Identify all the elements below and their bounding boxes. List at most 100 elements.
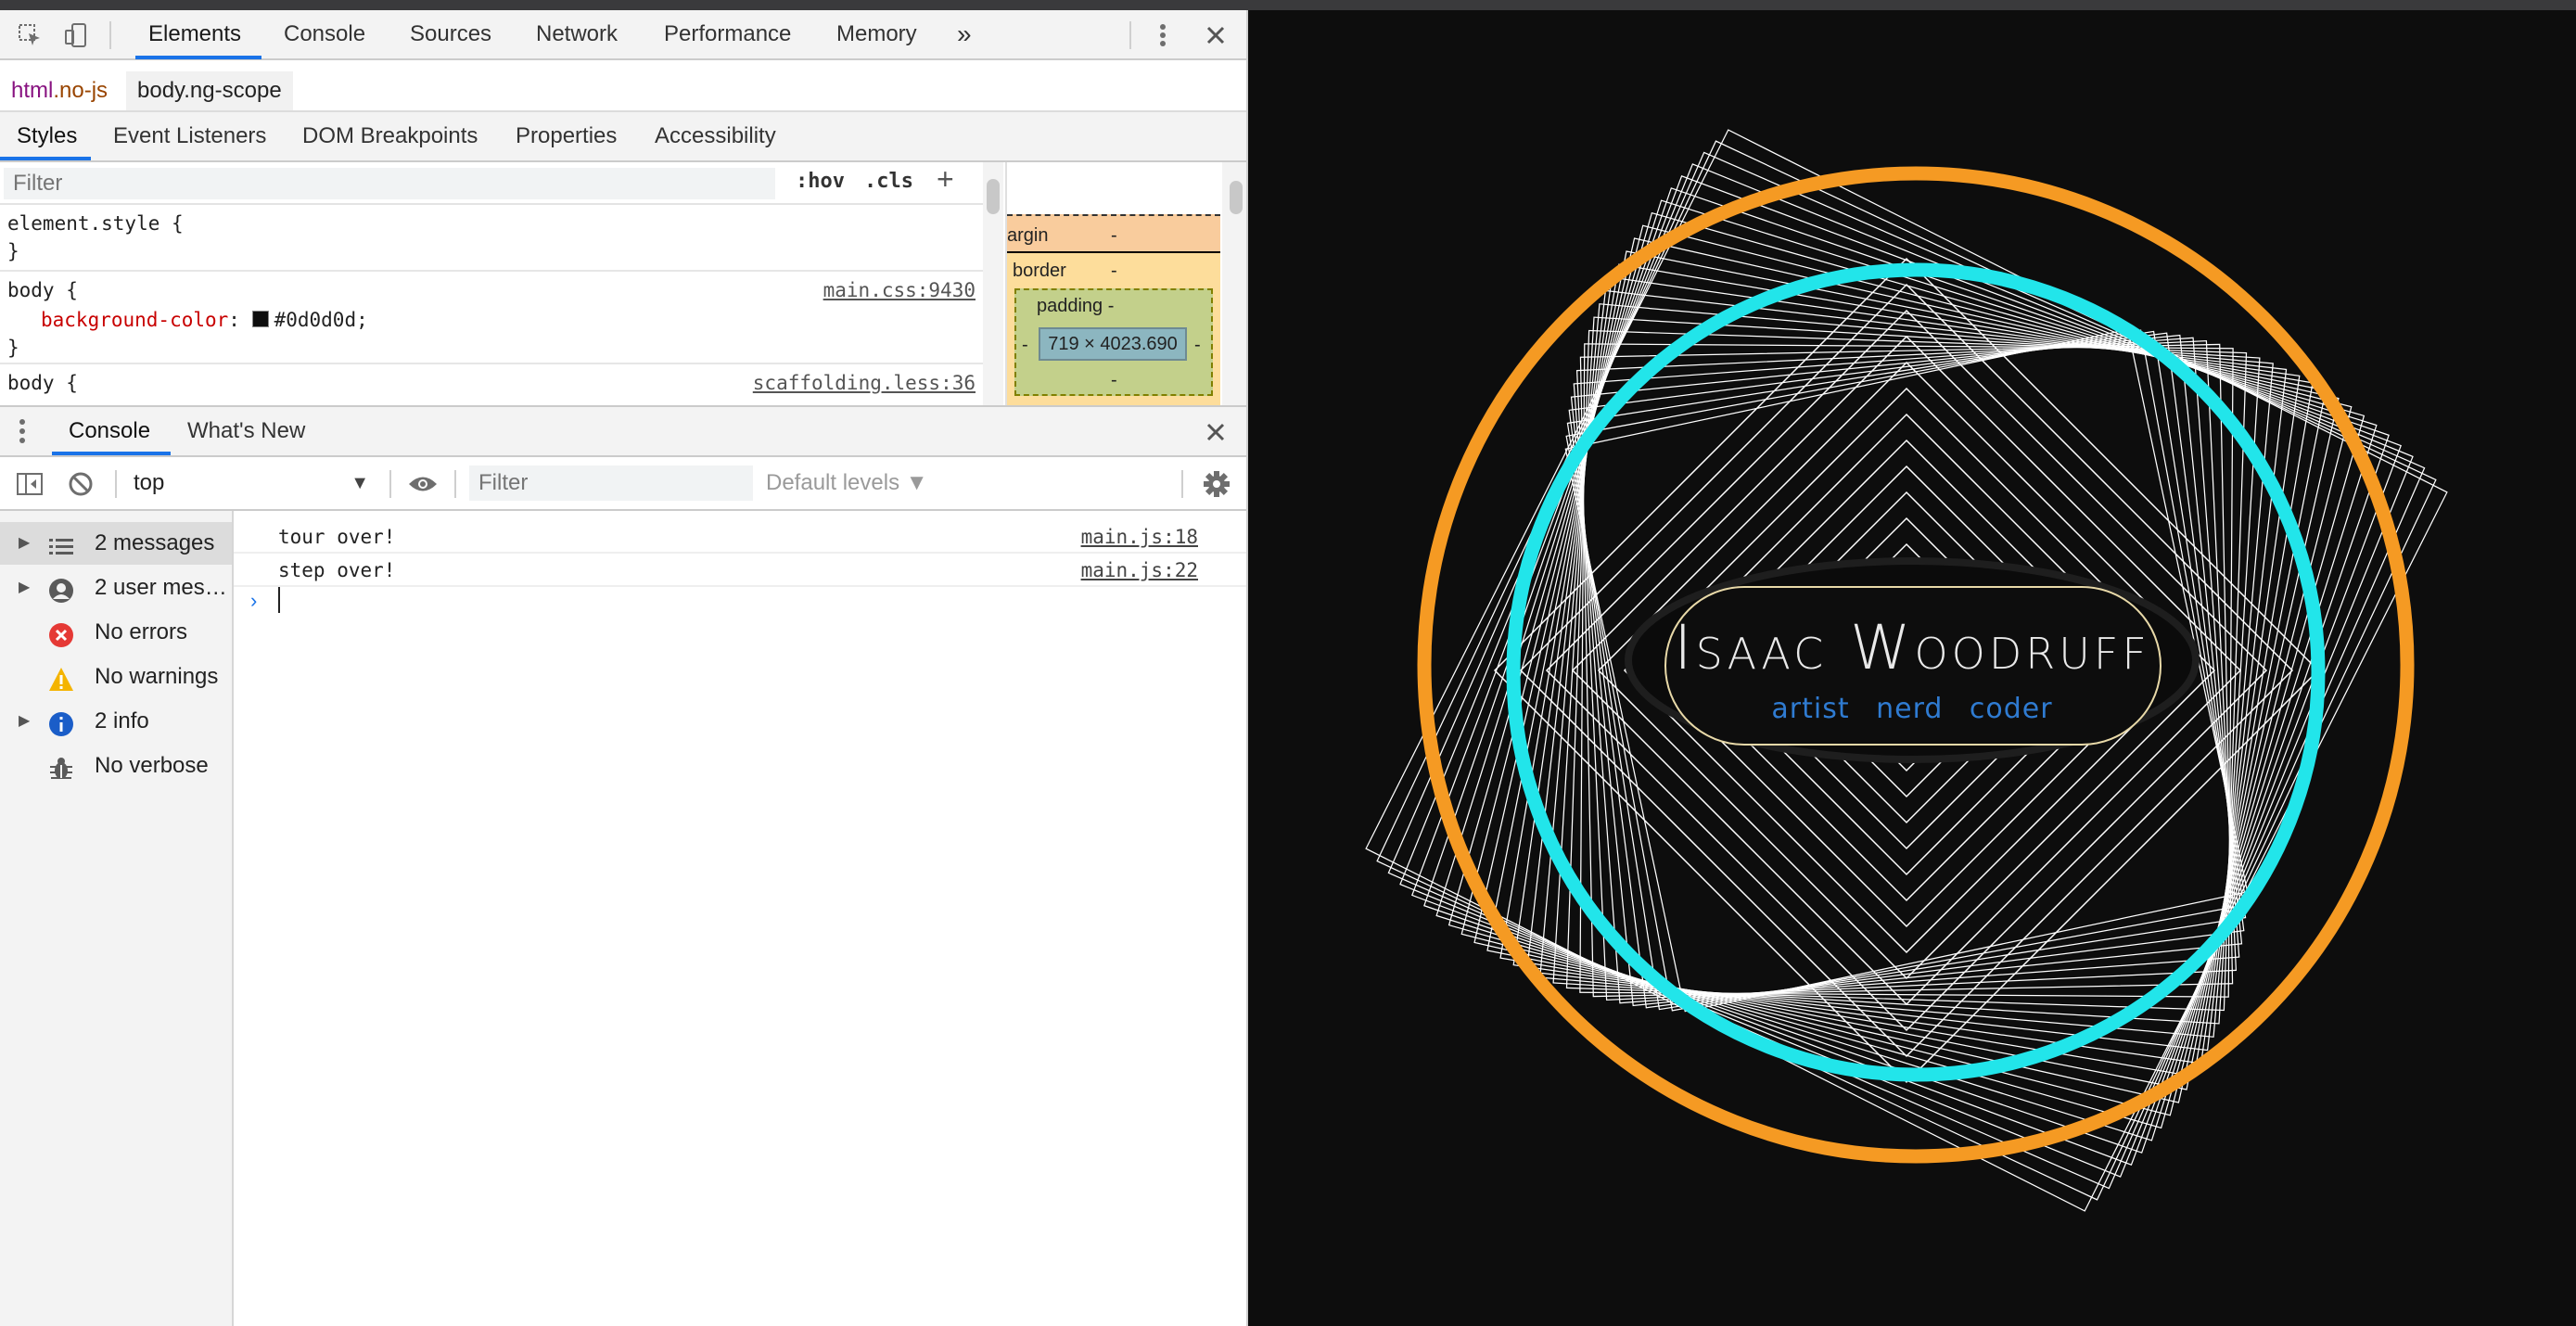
styles-pane: :hov .cls + element.style { } body { mai… [0, 162, 983, 405]
tagline-artist: artist [1771, 693, 1850, 725]
tab-performance[interactable]: Performance [664, 10, 791, 58]
dropdown-caret-icon: ▼ [351, 473, 369, 493]
toolbar-separator [1129, 21, 1131, 49]
close-devtools-icon[interactable] [1202, 21, 1230, 49]
box-model-content[interactable]: 719 × 4023.690 [1039, 327, 1187, 361]
console-settings-gear-icon[interactable] [1202, 469, 1231, 499]
css-property: background-color [41, 309, 229, 331]
sidebar-item-messages[interactable]: ▶ 2 messages [0, 522, 232, 565]
hover-state-toggle[interactable]: :hov [796, 170, 845, 193]
console-filter-input[interactable] [469, 465, 753, 501]
drawer-tab-console[interactable]: Console [69, 407, 150, 455]
window-top-bar [0, 0, 2576, 10]
tab-event-listeners[interactable]: Event Listeners [113, 112, 266, 160]
tab-accessibility[interactable]: Accessibility [655, 112, 776, 160]
log-source-link[interactable]: main.js:22 [1081, 559, 1198, 581]
expand-triangle-icon[interactable]: ▶ [19, 567, 30, 609]
color-swatch[interactable] [251, 311, 269, 327]
rule-close: } [7, 240, 19, 262]
rule-selector: element.style { [7, 212, 184, 235]
drawer-tab-whats-new[interactable]: What's New [187, 407, 305, 455]
tab-memory[interactable]: Memory [836, 10, 917, 58]
sidebar-item-label: 2 info [95, 708, 149, 733]
site-tagline: artist nerd coder [1248, 693, 2576, 725]
padding-bottom-value[interactable]: - [1111, 370, 1117, 391]
close-drawer-icon[interactable] [1202, 418, 1230, 446]
sidebar-item-info[interactable]: ▶ 2 info [0, 700, 232, 743]
tab-properties[interactable]: Properties [516, 112, 617, 160]
new-style-rule-icon[interactable]: + [937, 162, 954, 197]
expand-triangle-icon[interactable]: ▶ [19, 700, 30, 743]
device-toolbar-icon[interactable] [61, 21, 91, 49]
rule-source-link[interactable]: scaffolding.less:36 [753, 372, 976, 394]
breadcrumb: html.no-js body.ng-scope [0, 71, 1246, 112]
warning-icon [48, 665, 74, 691]
log-levels-dropdown[interactable]: Default levels ▼ [766, 465, 928, 502]
breadcrumb-html-tag: html [11, 78, 54, 103]
context-selector[interactable]: top ▼ [121, 465, 378, 502]
active-tab-indicator [135, 56, 261, 59]
css-value: #0d0d0d; [274, 309, 368, 331]
sidebar-item-label: 2 user mes… [95, 575, 227, 600]
margin-value[interactable]: - [1111, 225, 1117, 247]
info-icon [48, 709, 74, 736]
tab-console[interactable]: Console [284, 10, 365, 58]
drawer-menu-icon[interactable] [19, 416, 26, 446]
scrollbar-thumb[interactable] [987, 179, 1000, 214]
console-log: tour over! main.js:18 step over! main.js… [234, 511, 1246, 1326]
elements-subtabs: Styles Event Listeners DOM Breakpoints P… [0, 112, 1246, 162]
webpage-viewport[interactable]: Isaac Woodruff artist nerd coder [1248, 10, 2576, 1326]
sidebar-item-user-messages[interactable]: ▶ 2 user mes… [0, 567, 232, 609]
tab-sources[interactable]: Sources [410, 10, 491, 58]
styles-filter-input[interactable] [4, 168, 775, 199]
toolbar-separator [109, 21, 111, 49]
show-sidebar-icon[interactable] [15, 470, 45, 498]
live-expression-eye-icon[interactable] [406, 470, 440, 498]
tab-styles[interactable]: Styles [17, 112, 77, 160]
console-input-caret[interactable] [278, 587, 280, 613]
tab-network[interactable]: Network [536, 10, 618, 58]
log-source-link[interactable]: main.js:18 [1081, 526, 1198, 548]
more-tabs-chevron-icon[interactable]: » [957, 10, 972, 58]
sidebar-item-verbose[interactable]: No verbose [0, 745, 232, 787]
box-model-scrollbar[interactable] [1222, 162, 1246, 405]
styles-scrollbar[interactable] [983, 162, 1003, 405]
style-rule-element: element.style { } [0, 205, 983, 272]
style-rule-body: body { main.css:9430 background-color: #… [0, 272, 983, 364]
context-value: top [134, 470, 165, 495]
sidebar-item-label: No verbose [95, 753, 209, 778]
border-value[interactable]: - [1111, 261, 1117, 282]
log-text: step over! [278, 559, 396, 581]
expand-triangle-icon[interactable]: ▶ [19, 522, 30, 565]
rule-selector: body { [7, 372, 78, 394]
rule-source-link[interactable]: main.css:9430 [823, 279, 976, 301]
clear-console-icon[interactable] [67, 470, 95, 498]
active-drawer-tab-indicator [52, 452, 171, 455]
log-message: tour over! main.js:18 [234, 520, 1246, 554]
class-toggle[interactable]: .cls [864, 170, 913, 193]
breadcrumb-html[interactable]: html.no-js [0, 71, 119, 110]
breadcrumb-html-class: .no-js [53, 78, 108, 103]
sidebar-item-label: No errors [95, 619, 188, 644]
sidebar-item-label: No warnings [95, 664, 219, 689]
inspect-element-icon[interactable] [15, 21, 45, 49]
padding-right-value[interactable]: - [1194, 335, 1201, 356]
console-prompt-icon: › [250, 589, 258, 612]
padding-left-value[interactable]: - [1022, 335, 1028, 356]
padding-label: padding - [1037, 296, 1115, 316]
site-title[interactable]: Isaac Woodruff [1248, 615, 2576, 682]
kebab-menu-icon[interactable] [1152, 21, 1174, 49]
console-sidebar: ▶ 2 messages ▶ 2 user mes… No errors No … [0, 511, 234, 1326]
margin-label: argin [1007, 225, 1049, 246]
breadcrumb-body[interactable]: body.ng-scope [126, 71, 293, 110]
toolbar-separator [115, 470, 117, 498]
drawer-tab-bar: Console What's New [0, 405, 1246, 457]
tab-dom-breakpoints[interactable]: DOM Breakpoints [302, 112, 478, 160]
sidebar-item-warnings[interactable]: No warnings [0, 656, 232, 698]
sidebar-item-errors[interactable]: No errors [0, 611, 232, 654]
scrollbar-thumb[interactable] [1230, 181, 1243, 214]
tab-elements[interactable]: Elements [148, 10, 241, 58]
style-declaration[interactable]: background-color: #0d0d0d; [41, 309, 368, 331]
log-message: step over! main.js:22 [234, 554, 1246, 587]
sidebar-item-label: 2 messages [95, 530, 215, 555]
